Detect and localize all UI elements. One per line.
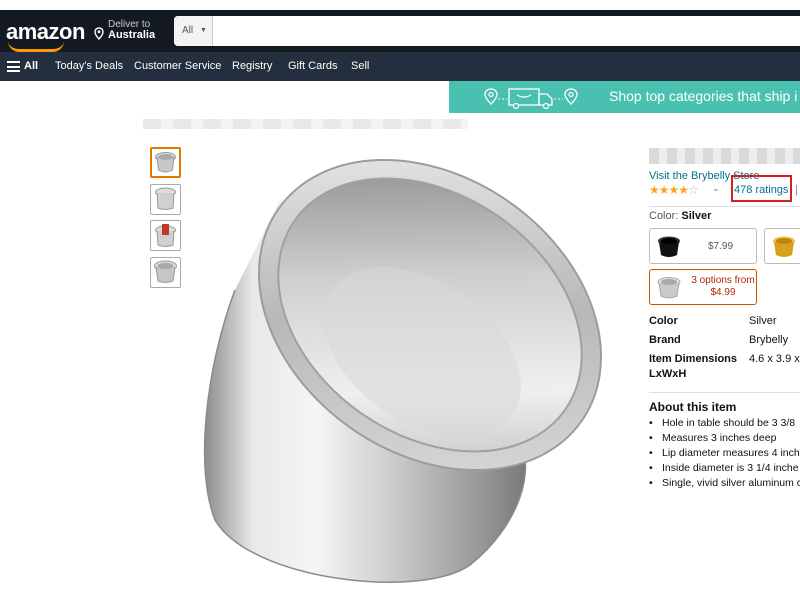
search-category-label: All: [182, 25, 194, 36]
divider: [649, 206, 800, 207]
star-icon: ★: [649, 183, 660, 197]
nav-belt: amazon Deliver to Australia All ▼: [0, 10, 800, 52]
thumbnail-4[interactable]: [150, 257, 181, 288]
hamburger-menu-icon[interactable]: [7, 61, 20, 72]
color-swatch-black[interactable]: $7.99: [649, 228, 757, 264]
star-icon: ★: [668, 183, 680, 197]
spec-key: Item Dimensions: [649, 353, 738, 365]
swatch-options-line2: $4.99: [710, 287, 736, 298]
product-image[interactable]: [190, 140, 620, 595]
spec-key: Brand: [649, 334, 681, 346]
thumbnail-1[interactable]: [150, 147, 181, 178]
spec-key: Color: [649, 315, 678, 327]
swatch-price: $7.99: [708, 241, 734, 252]
cup-thumbnail-icon: [155, 187, 176, 210]
nav-item-gift-cards[interactable]: Gift Cards: [288, 60, 338, 72]
top-strip: [0, 0, 800, 10]
ratings-separator: |: [795, 184, 798, 196]
cup-thumbnail-icon: [154, 260, 177, 283]
cup-with-drink-thumbnail-icon: [155, 224, 176, 247]
nav-item-sell[interactable]: Sell: [351, 60, 369, 72]
color-swatch-gold[interactable]: [764, 228, 800, 264]
chevron-down-icon[interactable]: ⌄: [712, 183, 720, 194]
bullet-text: Single, vivid silver aluminum c: [662, 477, 800, 489]
about-heading: About this item: [649, 400, 737, 414]
color-swatch-silver[interactable]: 3 options from $4.99: [649, 269, 757, 305]
banner-text: Shop top categories that ship i: [609, 88, 798, 104]
bullet-text: Hole in table should be 3 3/8: [662, 417, 796, 429]
color-label-key: Color:: [649, 210, 679, 222]
divider: [649, 392, 800, 393]
color-label: Color: Silver: [649, 210, 711, 222]
star-icon: ★: [658, 183, 670, 197]
bullet-text: Inside diameter is 3 1/4 inche: [662, 462, 799, 474]
logo-smile-icon: [8, 41, 64, 52]
search-bar: All ▼: [174, 16, 800, 46]
silver-cup-icon: [657, 277, 681, 299]
bullet-text: Lip diameter measures 4 inche: [662, 447, 800, 459]
spec-value: Brybelly: [749, 334, 789, 346]
nav-item-todays-deals[interactable]: Today's Deals: [55, 60, 123, 72]
spec-value: Silver: [749, 315, 777, 327]
search-input[interactable]: [214, 16, 794, 46]
swatch-options: 3 options from $4.99: [688, 275, 758, 299]
cup-thumbnail-icon: [155, 152, 176, 173]
search-category-dropdown[interactable]: All ▼: [174, 16, 213, 46]
thumbnail-2[interactable]: [150, 184, 181, 215]
nav-item-all[interactable]: All: [24, 60, 38, 72]
gold-cup-icon: [773, 236, 795, 257]
star-icon: ★: [678, 183, 689, 197]
caret-down-icon: ▼: [200, 27, 207, 34]
swatch-options-line1: 3 options from: [691, 275, 755, 286]
nav-item-customer-service[interactable]: Customer Service: [134, 60, 221, 72]
bullet-text: Measures 3 inches deep: [662, 432, 777, 444]
spec-value: 4.6 x 3.9 x 3: [749, 353, 800, 365]
nav-main: All Today's Deals Customer Service Regis…: [0, 52, 800, 81]
star-empty-icon: ☆: [688, 183, 699, 197]
star-rating[interactable]: ★★★★☆: [649, 183, 699, 197]
spec-key-unit: LxWxH: [649, 368, 687, 380]
nav-item-registry[interactable]: Registry: [232, 60, 272, 72]
highlight-box: [731, 175, 792, 202]
thumbnail-3[interactable]: [150, 220, 181, 251]
location-pin-icon: [94, 27, 104, 40]
delivery-truck-icon: [484, 88, 578, 110]
promo-banner[interactable]: Shop top categories that ship i: [449, 81, 800, 113]
deliver-location: Australia: [108, 29, 156, 41]
color-label-value: Silver: [681, 210, 712, 222]
breadcrumb-blurred: [143, 119, 468, 129]
black-cup-icon: [658, 236, 680, 257]
product-title-blurred: [649, 148, 800, 164]
